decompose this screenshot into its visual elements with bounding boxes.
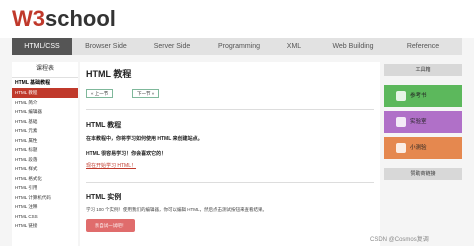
sidebar-group-title: HTML 基础教程 [15,80,51,86]
sidebar-item-html-paragraphs[interactable]: HTML 段落 [12,155,78,165]
left-sidebar: 课程表 HTML 基础教程 HTML 教程 HTML 简介 HTML 编辑器 H… [12,62,78,246]
quiz-icon [396,143,406,153]
top-nav: HTML/CSS Browser Side Server Side Progra… [12,38,462,55]
sidebar-item-html-comments[interactable]: HTML 注释 [12,202,78,212]
sidebar-item-html-styles[interactable]: HTML 样式 [12,164,78,174]
logo-school: school [45,6,116,31]
tool-quiz[interactable]: 小测验 [384,137,462,159]
start-learning-link[interactable]: 现在开始学习 HTML！ [86,162,136,169]
tool-label: 实验室 [410,119,427,125]
tool-lab[interactable]: 实验室 [384,111,462,133]
tool-label: 小测验 [410,145,427,151]
sponsor-title: 赞助商链接 [384,168,462,180]
nav-web-building[interactable]: Web Building [320,38,386,55]
prev-button[interactable]: « 上一节 [86,89,114,98]
main-content: HTML 教程 « 上一节 下一节 » HTML 教程 在本教程中，你将学习如何… [80,62,380,246]
site-logo[interactable]: W3school [12,6,116,32]
sidebar-item-html-attributes[interactable]: HTML 属性 [12,136,78,146]
tool-reference[interactable]: 参考书 [384,85,462,107]
intro-text: 在本教程中，你将学习如何使用 HTML 来创建站点。 [86,136,203,142]
examples-description: 学习 100 个实例！使用我们的编辑器，你可以编辑 HTML，然后点击测试按钮来… [86,207,268,212]
sidebar-item-html-css[interactable]: HTML CSS [12,212,78,222]
page-title: HTML 教程 [86,69,132,79]
nav-browser-side[interactable]: Browser Side [76,38,136,55]
sidebar-title: 课程表 [12,62,78,78]
nav-xml[interactable]: XML [274,38,314,55]
watermark: CSDN @Cosmos复调 [370,237,429,243]
book-icon [396,91,406,101]
tool-label: 参考书 [410,93,427,99]
next-button[interactable]: 下一节 » [132,89,160,98]
sidebar-item-html-formatting[interactable]: HTML 格式化 [12,174,78,184]
sidebar-item-html-basics[interactable]: HTML 基础 [12,117,78,127]
nav-reference[interactable]: Reference [392,38,454,55]
sidebar-item-html-headings[interactable]: HTML 标题 [12,145,78,155]
examples-title: HTML 实例 [86,194,122,201]
intro-text-2: HTML 很容易学习！你会喜欢它的！ [86,151,167,157]
divider [86,182,374,183]
nav-html-css[interactable]: HTML/CSS [12,38,72,55]
logo-w3: W3 [12,6,45,31]
nav-server-side[interactable]: Server Side [142,38,202,55]
sidebar-item-html-intro[interactable]: HTML 简介 [12,98,78,108]
nav-programming[interactable]: Programming [208,38,270,55]
sidebar-item-html-editor[interactable]: HTML 编辑器 [12,107,78,117]
sidebar-item-html-tutorial[interactable]: HTML 教程 [12,88,78,98]
flask-icon [396,117,406,127]
sidebar-item-html-links[interactable]: HTML 链接 [12,221,78,231]
try-it-button[interactable]: 亲自试一试吧！ [86,219,135,232]
header: W3school [0,0,474,38]
right-sidebar: 工具箱 参考书 实验室 小测验 赞助商链接 [384,62,462,246]
sidebar-item-html-quotations[interactable]: HTML 引用 [12,183,78,193]
divider [86,109,374,110]
section-title: HTML 教程 [86,122,122,129]
sidebar-item-html-computer-code[interactable]: HTML 计算机代码 [12,193,78,203]
toolbox-title: 工具箱 [384,64,462,76]
sidebar-item-html-elements[interactable]: HTML 元素 [12,126,78,136]
